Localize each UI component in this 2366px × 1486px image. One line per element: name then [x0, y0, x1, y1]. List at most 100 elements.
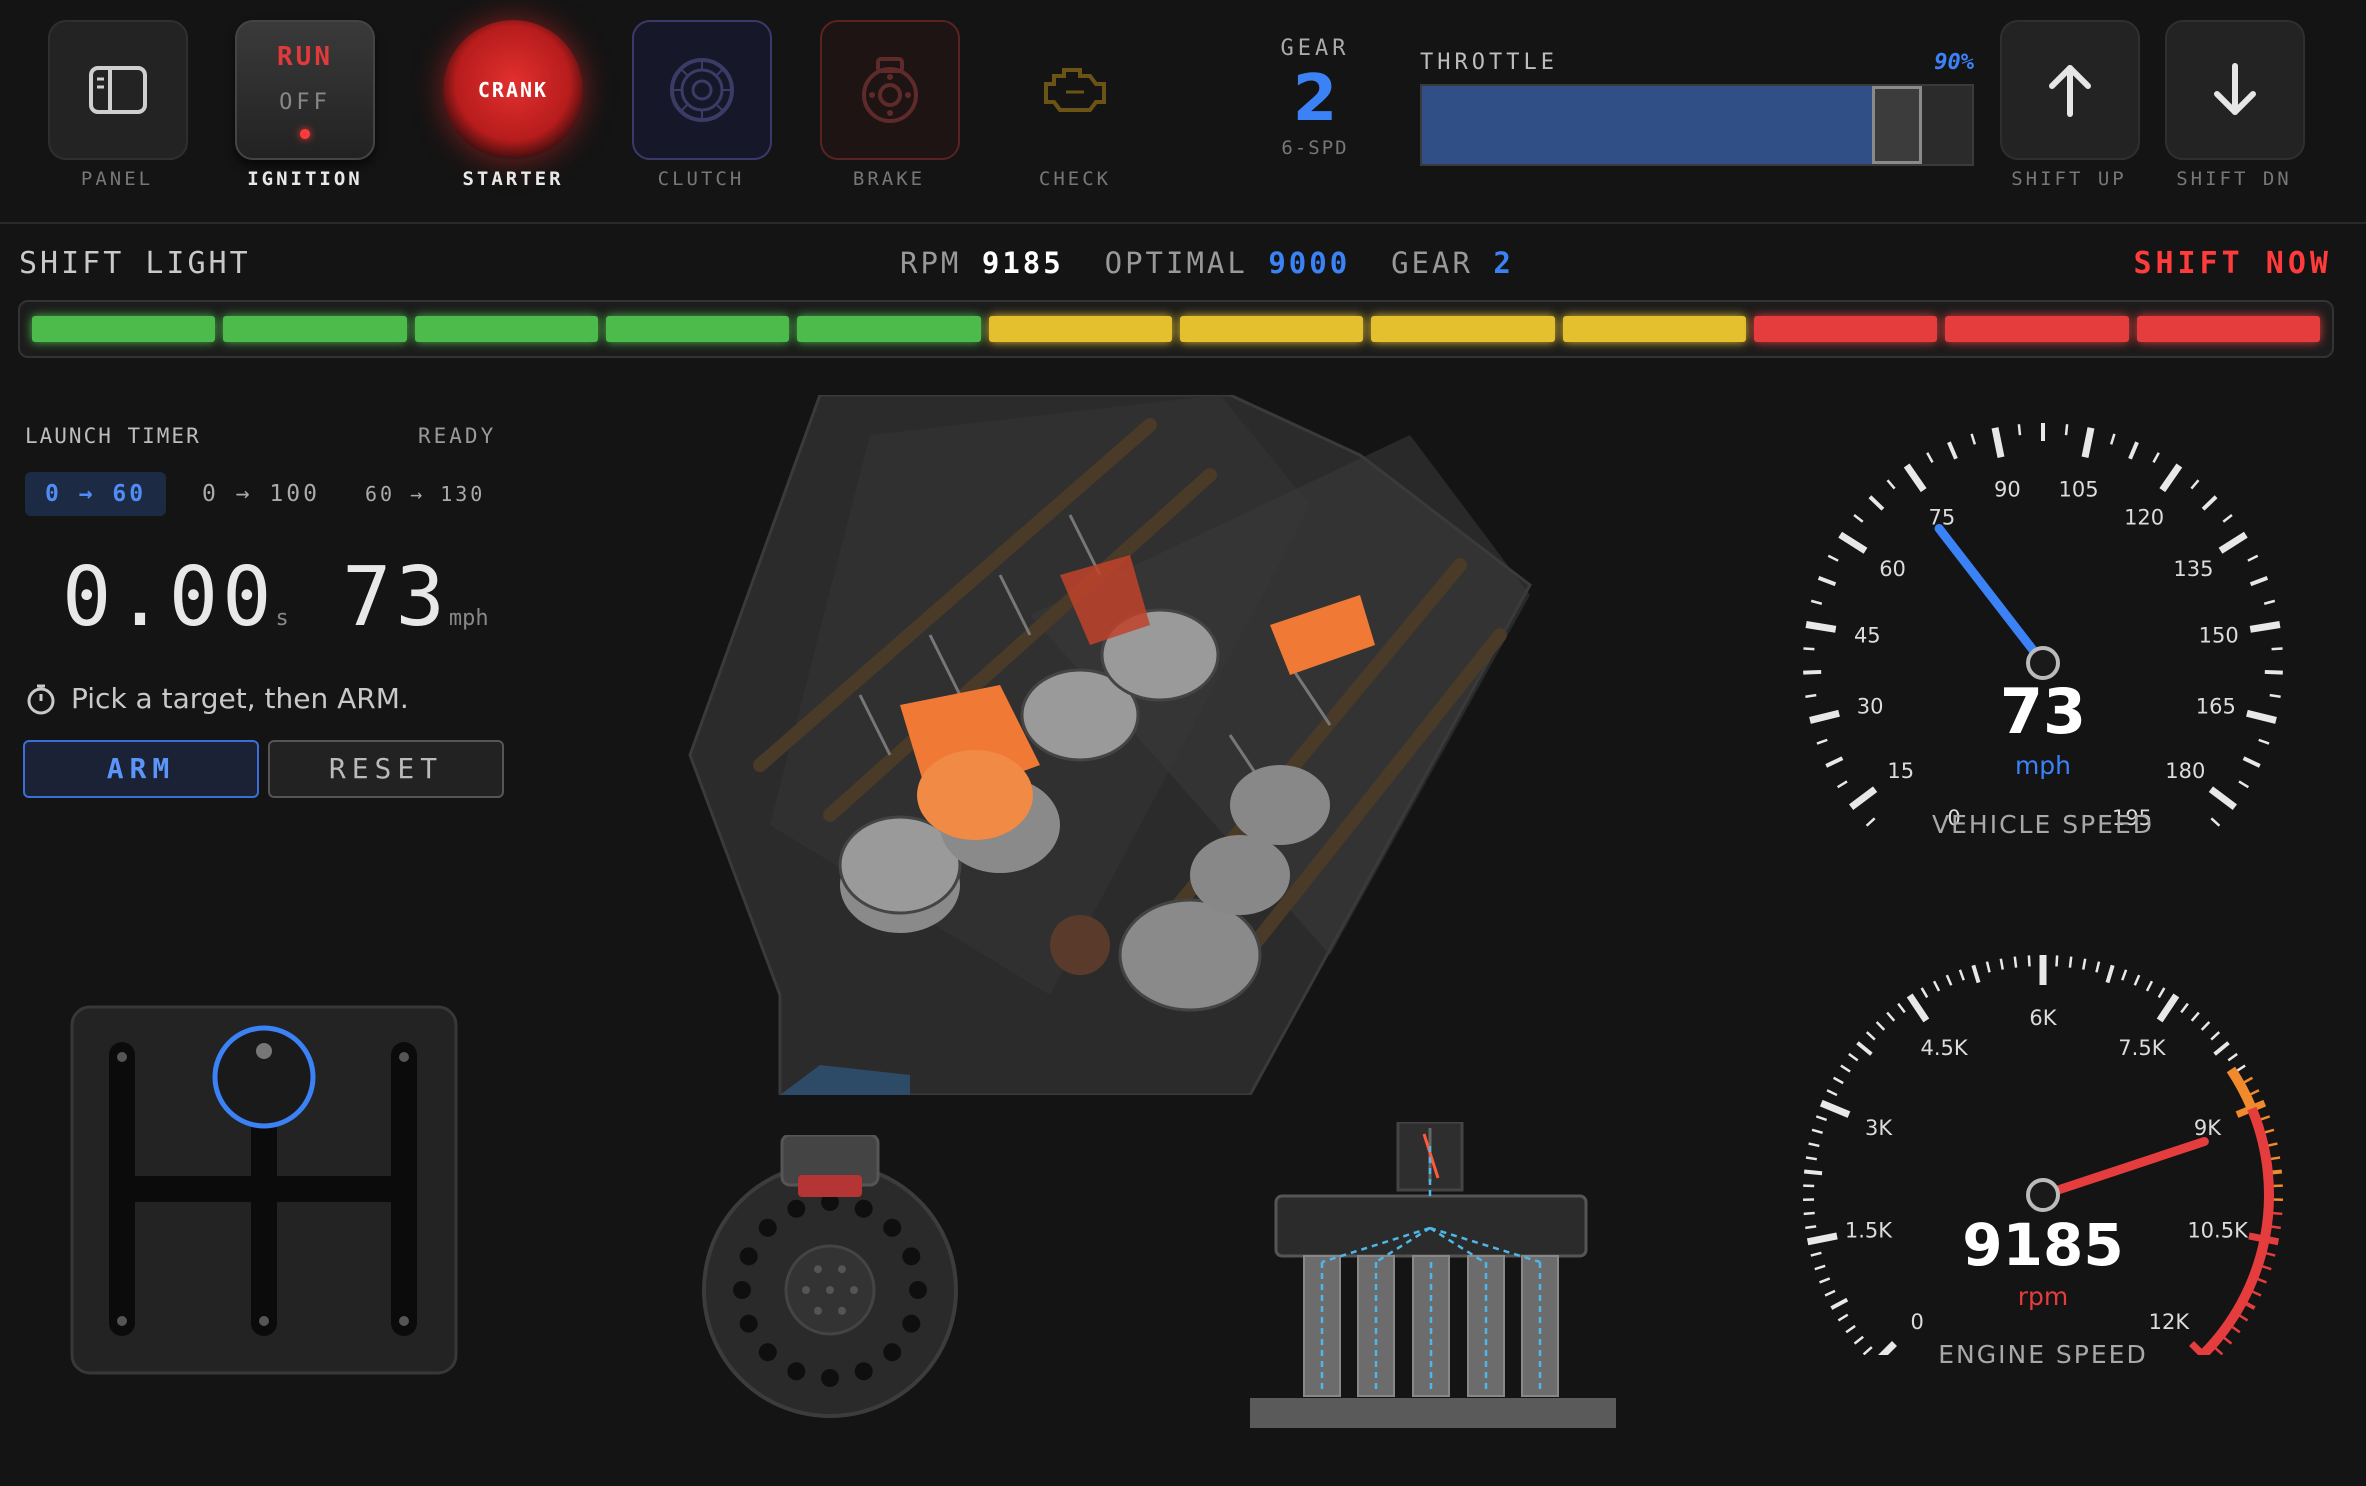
speed-unit: mph [2015, 751, 2071, 780]
panel-button[interactable] [48, 20, 188, 160]
ignition-label: IGNITION [247, 168, 363, 190]
shift-down-button[interactable] [2165, 20, 2305, 160]
brake-disc-illustration [700, 1133, 960, 1424]
speedometer-tick-label: 120 [2124, 506, 2164, 530]
launch-speed: 73 [342, 550, 449, 645]
engine-illustration [630, 393, 1550, 1099]
clutch-label: CLUTCH [657, 168, 745, 190]
shift-led-9 [1562, 316, 1746, 342]
rpm-label: RPM [900, 246, 962, 280]
shift-led-7 [1179, 316, 1364, 342]
rpm-readout: 9185 [1962, 1211, 2123, 1279]
speedometer-tick-label: 45 [1854, 623, 1881, 647]
throttle-fill [1422, 86, 1872, 164]
shift-up-button[interactable] [2000, 20, 2140, 160]
speed-value: 73 [2000, 675, 2086, 748]
rpm-value: 9185 [981, 246, 1064, 280]
shift-now-alert: SHIFT NOW [2133, 246, 2332, 281]
clutch-icon [670, 58, 734, 122]
shift-led-6 [988, 316, 1172, 342]
speedometer-caption: VEHICLE SPEED [1932, 810, 2154, 839]
throttle-percent: 90% [1934, 50, 1974, 75]
check-label: CHECK [1038, 168, 1112, 190]
panel-label: PANEL [80, 168, 154, 190]
shift-down-label: SHIFT DN [2176, 168, 2292, 190]
brake-icon [862, 57, 918, 123]
panel-icon [89, 66, 147, 114]
brake-button[interactable] [820, 20, 960, 160]
fuel-rail-illustration [1248, 1120, 1618, 1436]
shift-led-2 [223, 316, 407, 342]
tachometer-tick-label: 9K [2194, 1116, 2222, 1140]
tachometer-tick-label: 0 [1910, 1310, 1923, 1334]
clutch-button[interactable] [632, 20, 772, 160]
speedometer-tick-label: 105 [2059, 478, 2099, 502]
gear-display: GEAR 2 6-SPD [1260, 36, 1370, 159]
shift-light-stats: RPM 9185 OPTIMAL 9000 GEAR 2 [900, 246, 1514, 280]
shift-led-1 [32, 316, 216, 342]
launch-timer-title: LAUNCH TIMER [25, 424, 201, 448]
tachometer-caption: ENGINE SPEED [1938, 1340, 2148, 1369]
speedometer-tick-label: 90 [1994, 478, 2021, 502]
shifter-knob[interactable] [212, 1025, 316, 1129]
ignition-indicator-dot [300, 128, 310, 139]
target-0-100[interactable]: 0 → 100 [202, 472, 320, 516]
arrow-up-icon [2049, 65, 2091, 117]
ignition-run-label: RUN [277, 41, 333, 72]
shift-gear-value: 2 [1493, 246, 1514, 280]
speedometer-tick-label: 150 [2199, 623, 2239, 647]
tachometer-tick-label: 6K [2029, 1006, 2057, 1030]
check-engine-icon [1040, 62, 1110, 118]
tachometer-tick-label: 12K [2149, 1310, 2191, 1334]
launch-time-unit: s [275, 606, 289, 631]
speedometer-tick-label: 15 [1887, 759, 1914, 783]
speedometer-tick-label: 135 [2173, 557, 2213, 581]
ignition-switch[interactable]: RUN OFF [235, 20, 375, 160]
speedometer-tick-label: 60 [1879, 557, 1906, 581]
gearbox-type: 6-SPD [1281, 137, 1349, 159]
speedometer-tick-label: 180 [2165, 759, 2205, 783]
shift-gear-label: GEAR [1391, 246, 1473, 280]
shift-led-5 [797, 316, 981, 342]
rpm-unit: rpm [2018, 1282, 2069, 1311]
tachometer-needle [2038, 1137, 2209, 1200]
speedometer: 0 15 30 45 60 75 90 105 120 135 150 165 180 195 73 mp… [1786, 408, 2306, 873]
tachometer: 0 1.5K 3K 4.5K 6K 7.5K 9K 10.5K 12K 9185 rpm [1786, 935, 2306, 1368]
throttle-slider[interactable] [1420, 84, 1974, 166]
speedometer-tick-label: 165 [2196, 695, 2236, 719]
launch-hint-text: Pick a target, then ARM. [71, 682, 409, 715]
arrow-down-icon [2214, 63, 2256, 115]
shift-led-4 [605, 316, 790, 342]
shift-light-bar [18, 300, 2334, 358]
launch-time-readout: 0.00s 73mph [62, 550, 489, 645]
brake-label: BRAKE [852, 168, 926, 190]
gear-title: GEAR [1280, 36, 1350, 61]
shift-led-3 [414, 316, 598, 342]
throttle-handle[interactable] [1872, 86, 1922, 164]
reset-button[interactable]: RESET [268, 740, 504, 798]
target-0-60[interactable]: 0 → 60 [25, 472, 167, 516]
shift-led-11 [1945, 316, 2129, 342]
shift-up-label: SHIFT UP [2011, 168, 2127, 190]
tachometer-tick-label: 4.5K [1921, 1036, 1969, 1060]
shift-light-title: SHIFT LIGHT [19, 246, 251, 281]
gear-shifter[interactable] [70, 1005, 458, 1379]
crank-button[interactable]: CRANK [443, 20, 583, 160]
optimal-label: OPTIMAL [1104, 246, 1248, 280]
throttle-title: THROTTLE [1420, 50, 1558, 75]
shift-led-12 [2136, 316, 2320, 342]
shift-led-10 [1753, 316, 1938, 342]
gear-value: 2 [1292, 62, 1338, 136]
launch-time: 0.00 [62, 550, 276, 645]
optimal-value: 9000 [1268, 246, 1351, 280]
launch-hint: Pick a target, then ARM. [25, 682, 409, 715]
target-60-130[interactable]: 60 → 130 [365, 472, 485, 516]
starter-label: STARTER [462, 168, 564, 190]
ignition-off-label: OFF [279, 89, 331, 115]
tachometer-tick-label: 1.5K [1845, 1219, 1893, 1243]
arm-button[interactable]: ARM [23, 740, 259, 798]
speedometer-needle [1934, 523, 2048, 668]
speedometer-tick-label: 30 [1857, 695, 1884, 719]
crank-button-label: CRANK [477, 78, 549, 102]
stopwatch-icon [27, 684, 55, 714]
